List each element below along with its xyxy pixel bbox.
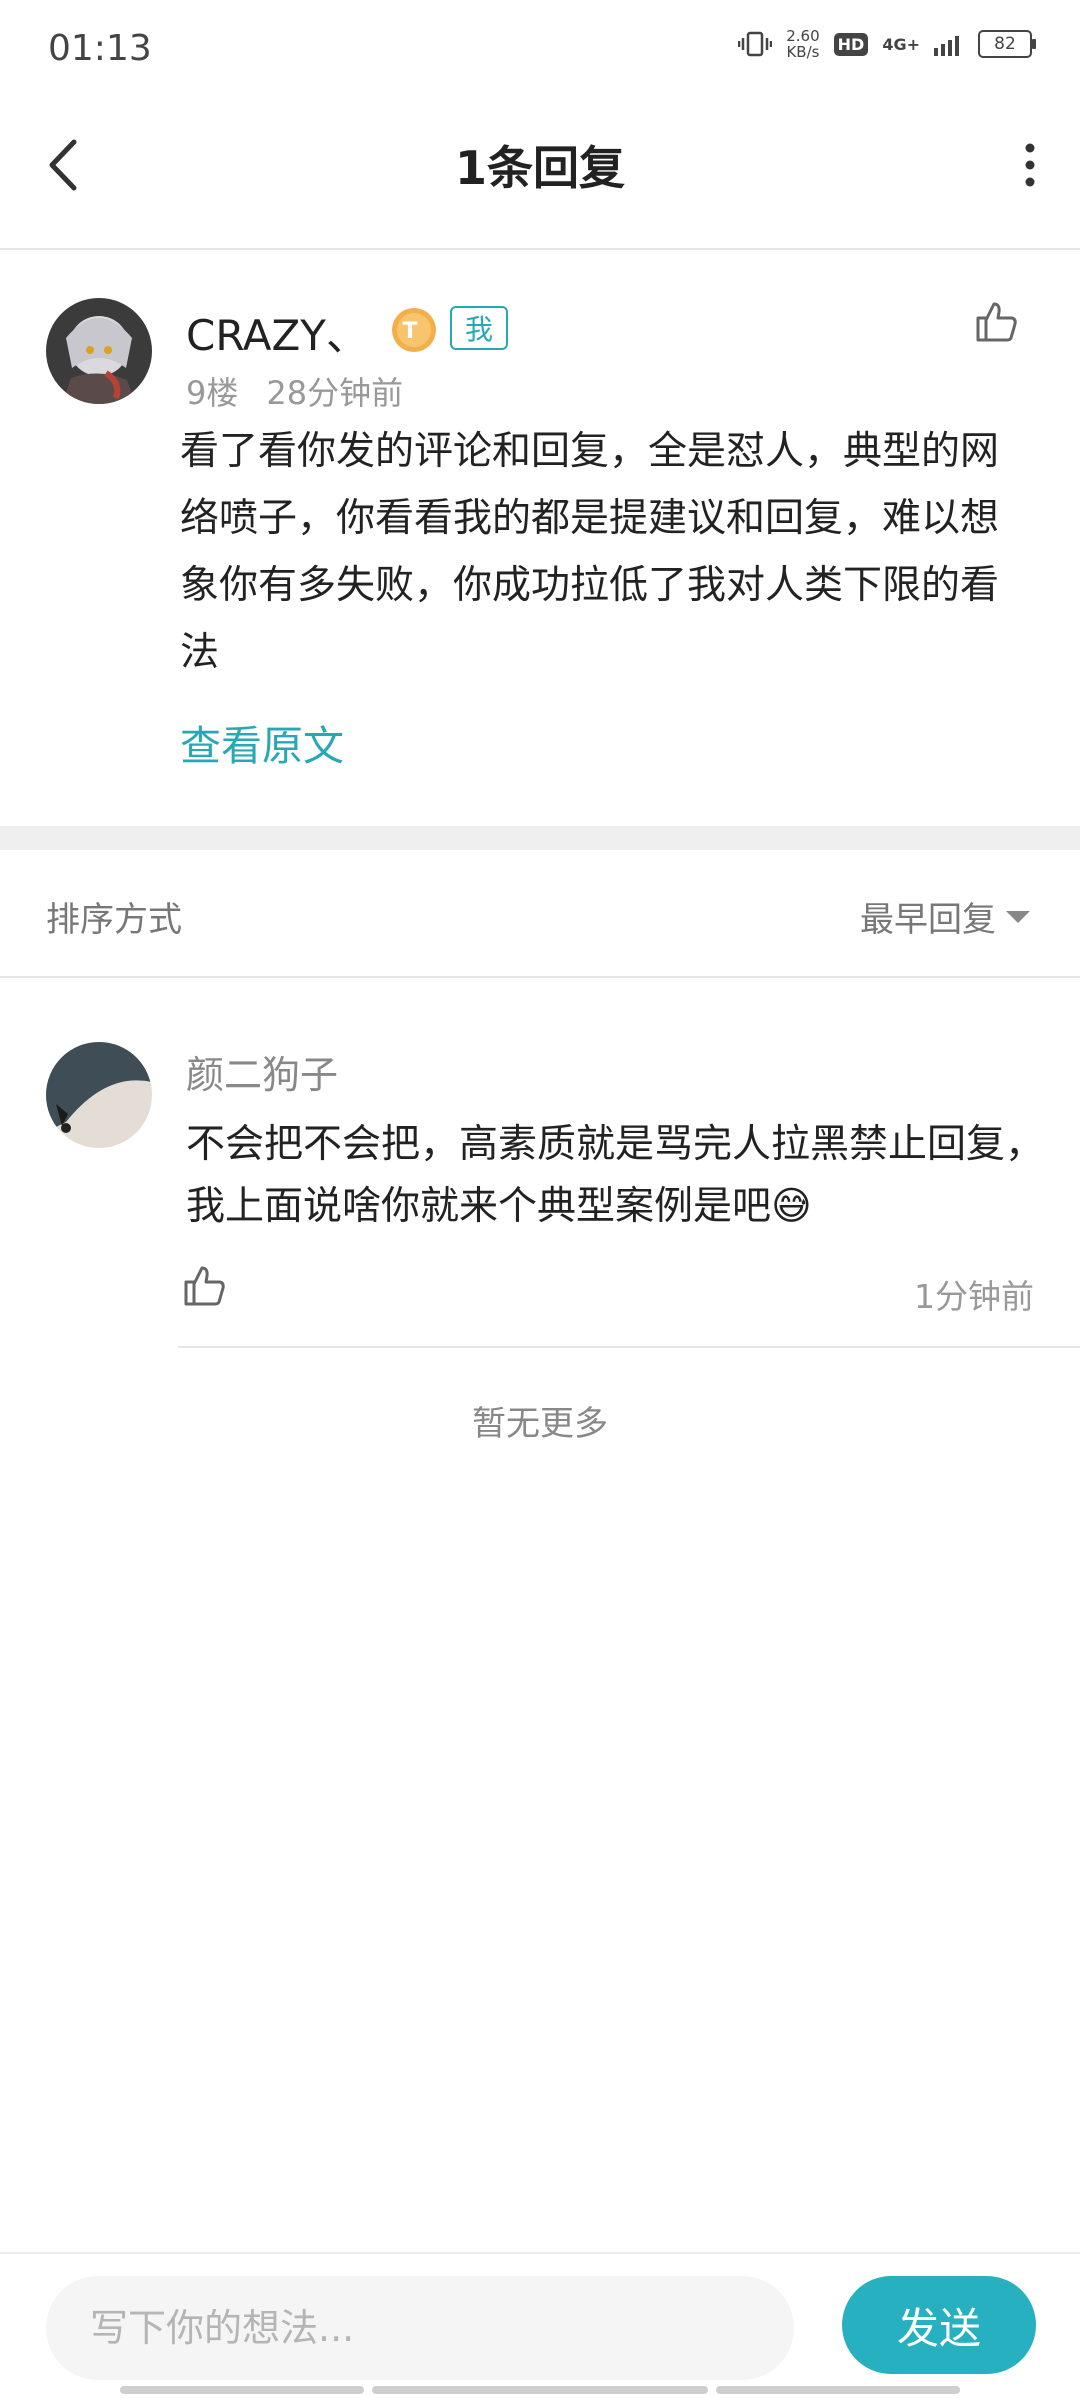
reply-avatar[interactable] <box>46 1042 152 1148</box>
caret-down-icon <box>1006 910 1030 923</box>
gesture-bar-segment <box>716 2386 960 2394</box>
reply-user-name[interactable]: 颜二狗子 <box>186 1044 338 1099</box>
status-icons: 2.60 KB/s HD 4G+ 82 <box>738 28 1036 60</box>
gesture-bar-segment <box>372 2386 708 2394</box>
level-badge-label: T <box>402 319 417 344</box>
me-badge: 我 <box>450 306 508 350</box>
reply-detail-page: 01:13 2.60 KB/s HD 4G+ 82 1条回复 CRAZY、 T … <box>0 0 1080 2400</box>
send-button[interactable]: 发送 <box>842 2276 1036 2374</box>
gesture-bar-segment <box>120 2386 364 2394</box>
battery-icon: 82 <box>978 30 1036 58</box>
comment-input[interactable] <box>46 2276 794 2380</box>
more-vertical-icon <box>1025 143 1035 187</box>
comment-time: 28分钟前 <box>266 374 404 412</box>
floor-number: 9楼 <box>186 374 239 412</box>
status-time: 01:13 <box>48 28 152 69</box>
level-icon: T <box>390 306 438 354</box>
network-type-label: 4G+ <box>882 34 920 54</box>
reply-time: 1分钟前 <box>914 1277 1034 1316</box>
section-separator <box>0 826 1080 850</box>
network-type: 4G+ <box>882 35 920 54</box>
sort-label: 排序方式 <box>46 900 182 940</box>
reply-divider <box>178 1346 1080 1348</box>
level-badge-icon: T <box>392 308 436 352</box>
signal-icon <box>934 36 959 56</box>
composer-divider <box>0 2252 1080 2254</box>
user-name[interactable]: CRAZY、 <box>186 302 368 363</box>
view-original-link[interactable]: 查看原文 <box>180 712 344 772</box>
hd-icon: HD <box>833 32 869 56</box>
network-speed-unit: KB/s <box>786 43 820 61</box>
more-options-button[interactable] <box>1010 140 1050 190</box>
sort-value: 最早回复 <box>860 900 996 940</box>
reply-avatar-image <box>46 1042 152 1148</box>
sort-divider <box>0 976 1080 978</box>
vibrate-icon <box>738 31 773 57</box>
avatar-image <box>46 298 152 404</box>
comment-text: 看了看你发的评论和回复，全是怼人，典型的网络喷子，你看看我的都是提建议和回复，难… <box>180 429 1000 675</box>
network-speed-value: 2.60 <box>786 27 820 45</box>
page-title: 1条回复 <box>454 141 625 195</box>
battery-level: 82 <box>994 34 1016 54</box>
comment-meta: 9楼 28分钟前 <box>186 368 431 414</box>
network-speed: 2.60 KB/s <box>786 28 819 60</box>
thumbs-up-icon <box>184 1266 225 1306</box>
reply-text: 不会把不会把，高素质就是骂完人拉黑禁止回复，我上面说啥你就来个典型案例是吧😅 <box>186 1122 1045 1229</box>
sort-dropdown[interactable]: 最早回复 <box>860 892 1030 941</box>
comment-like-button[interactable] <box>972 298 1020 346</box>
avatar[interactable] <box>46 298 152 404</box>
no-more-text: 暂无更多 <box>472 1404 608 1444</box>
reply-like-button[interactable] <box>180 1262 228 1310</box>
thumbs-up-icon <box>976 302 1017 342</box>
header-divider <box>0 248 1080 250</box>
